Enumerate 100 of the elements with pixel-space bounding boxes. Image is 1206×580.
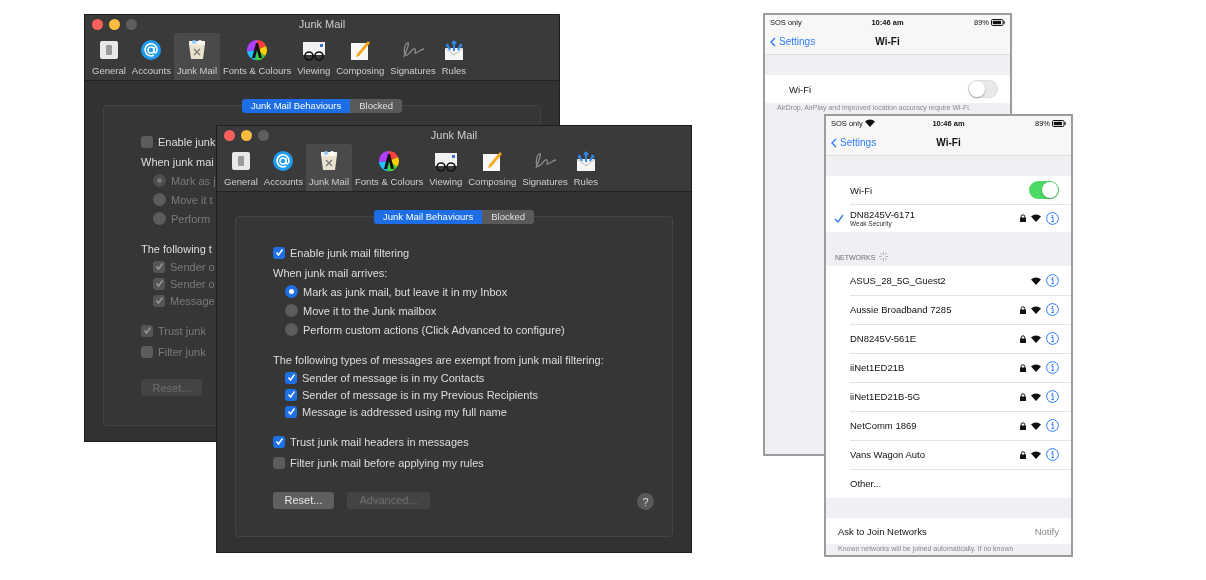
reset-button[interactable]: Reset...	[273, 491, 334, 509]
option-label: Perform custom actions (Click Advanced to configure)	[303, 323, 565, 336]
info-icon[interactable]	[1046, 419, 1059, 432]
network-name: iiNet1ED21B-5G	[850, 391, 922, 402]
at-sign-icon	[272, 150, 295, 172]
other-row[interactable]: Other...	[826, 469, 1071, 498]
checkbox[interactable]	[273, 456, 285, 469]
section-heading: When junk mai	[141, 155, 214, 170]
option-label: Enable junk	[158, 135, 216, 148]
color-wheel-icon	[246, 39, 269, 61]
pencil-icon	[481, 150, 504, 172]
option-label: Trust junk mail headers in messages	[290, 435, 469, 448]
wifi-icon	[1031, 214, 1041, 222]
radio-button[interactable]	[285, 285, 298, 298]
checkbox[interactable]	[285, 405, 297, 418]
pencil-icon	[349, 39, 372, 61]
info-icon[interactable]	[1046, 361, 1059, 374]
network-row[interactable]: Vans Wagon Auto	[826, 440, 1071, 469]
wifi-icon	[1031, 334, 1041, 343]
toolbar-tab[interactable]: Signatures	[387, 33, 439, 80]
option-label: Mark as j	[171, 174, 216, 187]
option-label: Message	[170, 294, 215, 307]
checkbox[interactable]	[273, 435, 285, 448]
chevron-icon	[770, 36, 776, 47]
toolbar-tab[interactable]: Fonts & Colours	[220, 33, 295, 80]
battery-icon	[991, 18, 1005, 26]
toolbar-tab[interactable]: Signatures	[519, 144, 571, 191]
network-row[interactable]: iiNet1ED21B	[826, 353, 1071, 382]
toolbar-tab[interactable]: Accounts	[128, 33, 174, 80]
section-heading: The following t	[141, 242, 212, 257]
checkbox[interactable]	[141, 135, 153, 148]
toolbar-tab[interactable]: General	[221, 144, 261, 191]
back-link[interactable]: Settings	[831, 137, 877, 148]
option-label: Sender of message is in my Previous Recipients	[302, 388, 538, 401]
info-icon[interactable]	[1046, 332, 1059, 345]
toolbar-tab[interactable]: Accounts	[260, 144, 306, 191]
segment-tab[interactable]: Blocked	[350, 99, 403, 113]
info-icon[interactable]	[1046, 448, 1059, 461]
spinner-icon	[879, 252, 889, 261]
glasses-envelope-icon	[432, 150, 459, 172]
toolbar-tab[interactable]: Rules	[438, 33, 470, 80]
toolbar-tab[interactable]: Fonts & Colours	[352, 144, 427, 191]
network-name: ASUS_28_5G_Guest2	[850, 275, 947, 286]
network-row[interactable]: ASUS_28_5G_Guest2	[826, 266, 1071, 295]
toolbar-tab[interactable]: Viewing	[426, 144, 466, 191]
back-link[interactable]: Settings	[770, 36, 816, 47]
close-button[interactable]	[224, 129, 235, 141]
option-label: Message is addressed using my full name	[302, 405, 507, 418]
minimize-button[interactable]	[109, 18, 120, 30]
lock-icon	[1020, 421, 1026, 430]
network-row[interactable]: Aussie Broadband 7285	[826, 295, 1071, 324]
checkbox[interactable]	[285, 371, 297, 384]
wifi-icon	[1031, 392, 1041, 401]
network-name: iiNet1ED21B	[850, 362, 906, 373]
toolbar-tab[interactable]: Composing	[333, 33, 388, 80]
network-name: NetComm 1869	[850, 420, 918, 431]
close-button[interactable]	[92, 18, 103, 30]
toolbar-tab[interactable]: Composing	[465, 144, 520, 191]
network-name: Vans Wagon Auto	[850, 449, 926, 460]
envelope-arrows-icon	[574, 150, 597, 172]
segment-tab[interactable]: Junk Mail Behaviours	[241, 99, 351, 113]
help-button[interactable]: ?	[637, 493, 654, 510]
network-row[interactable]: DN8245V-561E	[826, 324, 1071, 353]
toolbar-tab[interactable]: Rules	[570, 144, 602, 191]
segment-tab[interactable]: Blocked	[482, 210, 535, 224]
option-label: Sender o	[170, 277, 215, 290]
info-icon[interactable]	[1046, 274, 1059, 287]
network-row[interactable]: NetComm 1869	[826, 411, 1071, 440]
at-sign-icon	[140, 39, 163, 61]
info-icon[interactable]	[1046, 390, 1059, 403]
toolbar-tab[interactable]: Junk Mail	[305, 144, 352, 191]
checkbox[interactable]	[285, 388, 297, 401]
lock-icon	[1020, 305, 1026, 314]
option-label: Filter junk mail before applying my rules	[290, 456, 484, 469]
checkbox[interactable]	[273, 246, 285, 259]
lock-icon	[1020, 363, 1026, 372]
wifi-icon	[1031, 363, 1041, 372]
toolbar-tab[interactable]: Junk Mail	[173, 33, 220, 80]
color-wheel-icon	[378, 150, 401, 172]
battery-icon	[1052, 119, 1066, 127]
wifi-icon	[1031, 421, 1041, 430]
wifi-toggle[interactable]	[1029, 181, 1059, 199]
network-row[interactable]: iiNet1ED21B-5G	[826, 382, 1071, 411]
radio-button[interactable]	[285, 323, 298, 336]
wifi-toggle[interactable]	[968, 80, 998, 98]
window-title: Junk Mail	[430, 129, 478, 141]
info-icon[interactable]	[1046, 303, 1059, 316]
wifi-status-icon	[864, 119, 875, 127]
wifi-label: Wi-Fi	[789, 83, 813, 95]
radio-button[interactable]	[285, 304, 298, 317]
toolbar-tab[interactable]: Viewing	[294, 33, 334, 80]
segment-tab[interactable]: Junk Mail Behaviours	[373, 210, 483, 224]
glasses-envelope-icon	[300, 39, 327, 61]
option-label: Filter junk	[158, 345, 206, 358]
minimize-button[interactable]	[241, 129, 252, 141]
window-title: Junk Mail	[298, 18, 346, 30]
toolbar-tab[interactable]: General	[89, 33, 129, 80]
network-name: DN8245V-6171	[850, 209, 916, 220]
info-icon[interactable]	[1046, 211, 1059, 225]
option-label: Sender of message is in my Contacts	[302, 371, 485, 384]
